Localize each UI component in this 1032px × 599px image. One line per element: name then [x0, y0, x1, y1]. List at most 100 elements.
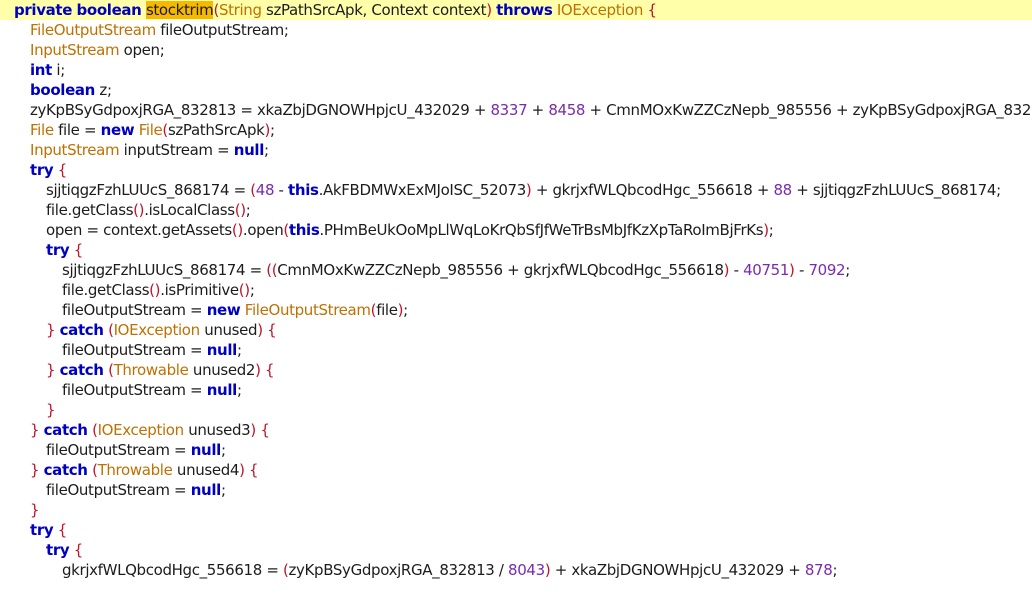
code-punctuation: } [46, 401, 56, 419]
code-text: ; [249, 281, 255, 299]
code-keyword: try [30, 521, 54, 539]
code-line[interactable]: FileOutputStream fileOutputStream; [0, 20, 1032, 40]
code-line[interactable]: try { [0, 240, 1032, 260]
code-punctuation: } [30, 501, 40, 519]
code-line[interactable]: try { [0, 540, 1032, 560]
code-number: 878 [804, 561, 833, 579]
code-text: CmnMOxKwZZCzNepb_985556 + gkrjxfWLQbcodH… [277, 261, 724, 279]
code-text: file = [53, 121, 101, 139]
code-type: InputStream [30, 41, 120, 59]
code-line[interactable]: sjjtiqgzFzhLUUcS_868174 = (48 - this.AkF… [0, 180, 1032, 200]
code-punctuation: { [73, 541, 84, 559]
code-line[interactable]: gkrjxfWLQbcodHgc_556618 = (zyKpBSyGdpoxj… [0, 560, 1032, 580]
code-line[interactable]: InputStream open; [0, 40, 1032, 60]
code-line[interactable]: file.getClass().isPrimitive(); [0, 280, 1032, 300]
code-punctuation: () [238, 281, 250, 299]
code-text: ; [220, 481, 226, 499]
code-type: File [138, 121, 163, 139]
code-line[interactable]: fileOutputStream = null; [0, 380, 1032, 400]
code-line[interactable]: boolean z; [0, 80, 1032, 100]
code-keyword: catch [59, 321, 104, 339]
code-line[interactable]: fileOutputStream = new FileOutputStream(… [0, 300, 1032, 320]
code-line[interactable]: int i; [0, 60, 1032, 80]
code-punctuation: { [267, 321, 277, 339]
code-punctuation: () [133, 201, 145, 219]
code-punctuation: () [234, 201, 246, 219]
code-line[interactable]: file.getClass().isLocalClass(); [0, 200, 1032, 220]
code-line-highlighted[interactable]: private boolean stocktrim(String szPathS… [0, 0, 1032, 20]
code-punctuation: } [30, 421, 40, 439]
code-text: + [527, 101, 549, 119]
code-text: sjjtiqgzFzhLUUcS_868174 = [46, 181, 251, 199]
code-text: sjjtiqgzFzhLUUcS_868174 = [62, 261, 267, 279]
code-text: fileOutputStream = [46, 481, 191, 499]
code-text: zyKpBSyGdpoxjRGA_832813 = xkaZbjDGNOWHpj… [30, 101, 491, 119]
code-number: 48 [255, 181, 275, 199]
code-type: FileOutputStream [244, 301, 371, 319]
code-line[interactable]: try { [0, 160, 1032, 180]
code-text: ; [236, 341, 242, 359]
code-punctuation: { [260, 421, 270, 439]
code-text: ; [220, 441, 226, 459]
code-line[interactable]: } catch (Throwable unused4) { [0, 460, 1032, 480]
code-type: File [30, 121, 54, 139]
code-text: + gkrjxfWLQbcodHgc_556618 + [531, 181, 774, 199]
code-type: Throwable [113, 361, 189, 379]
code-line[interactable]: fileOutputStream = null; [0, 340, 1032, 360]
code-text: + sjjtiqgzFzhLUUcS_868174; [791, 181, 1001, 199]
code-keyword: catch [43, 461, 88, 479]
code-text: ; [832, 561, 838, 579]
code-text: z; [95, 81, 112, 99]
code-text: fileOutputStream = [62, 341, 207, 359]
code-number: 40751 [743, 261, 790, 279]
code-keyword: null [190, 441, 222, 459]
code-keyword: try [46, 241, 70, 259]
code-keyword: boolean [30, 81, 96, 99]
code-type: IOException [97, 421, 185, 439]
code-line[interactable]: InputStream inputStream = null; [0, 140, 1032, 160]
code-text: .isPrimitive [160, 281, 239, 299]
code-text: open = context.getAssets [46, 221, 232, 239]
code-text: fileOutputStream = [62, 301, 207, 319]
code-punctuation: () [149, 281, 161, 299]
code-line[interactable]: } catch (IOException unused) { [0, 320, 1032, 340]
code-line[interactable]: } catch (Throwable unused2) { [0, 360, 1032, 380]
code-text: file.getClass [62, 281, 150, 299]
code-keyword: this [288, 181, 319, 199]
code-line[interactable]: fileOutputStream = null; [0, 480, 1032, 500]
code-keyword: catch [43, 421, 88, 439]
code-keyword: boolean [76, 1, 142, 19]
code-keyword: throws [496, 1, 553, 19]
code-text: szPathSrcApk [167, 121, 265, 139]
code-number: 8458 [548, 101, 586, 119]
code-text: + xkaZbjDGNOWHpjcU_432029 + [550, 561, 805, 579]
code-line[interactable]: } [0, 400, 1032, 420]
code-text: open; [119, 41, 165, 59]
code-text: ; [245, 201, 251, 219]
code-punctuation: { [57, 521, 68, 539]
code-line[interactable]: sjjtiqgzFzhLUUcS_868174 = ((CmnMOxKwZZCz… [0, 260, 1032, 280]
code-number: 8337 [490, 101, 528, 119]
code-text: - [794, 261, 809, 279]
code-text: inputStream = [119, 141, 234, 159]
code-line[interactable]: } catch (IOException unused3) { [0, 420, 1032, 440]
code-line[interactable]: File file = new File(szPathSrcApk); [0, 120, 1032, 140]
code-line[interactable]: fileOutputStream = null; [0, 440, 1032, 460]
code-text: .isLocalClass [144, 201, 235, 219]
code-editor[interactable]: private boolean stocktrim(String szPathS… [0, 0, 1032, 599]
code-keyword: null [190, 481, 222, 499]
code-punctuation: { [647, 1, 657, 19]
code-text: ; [845, 261, 850, 279]
code-keyword: null [233, 141, 265, 159]
code-line[interactable]: open = context.getAssets().open(this.PHm… [0, 220, 1032, 240]
code-text: fileOutputStream; [155, 21, 289, 39]
code-keyword: catch [59, 361, 104, 379]
code-line[interactable]: } [0, 500, 1032, 520]
code-type: String [218, 1, 262, 19]
code-line[interactable]: zyKpBSyGdpoxjRGA_832813 = xkaZbjDGNOWHpj… [0, 100, 1032, 120]
code-number: 88 [773, 181, 792, 199]
code-text: fileOutputStream = [46, 441, 191, 459]
code-text: fileOutputStream = [62, 381, 207, 399]
code-line[interactable]: try { [0, 520, 1032, 540]
code-text: unused2 [188, 361, 256, 379]
